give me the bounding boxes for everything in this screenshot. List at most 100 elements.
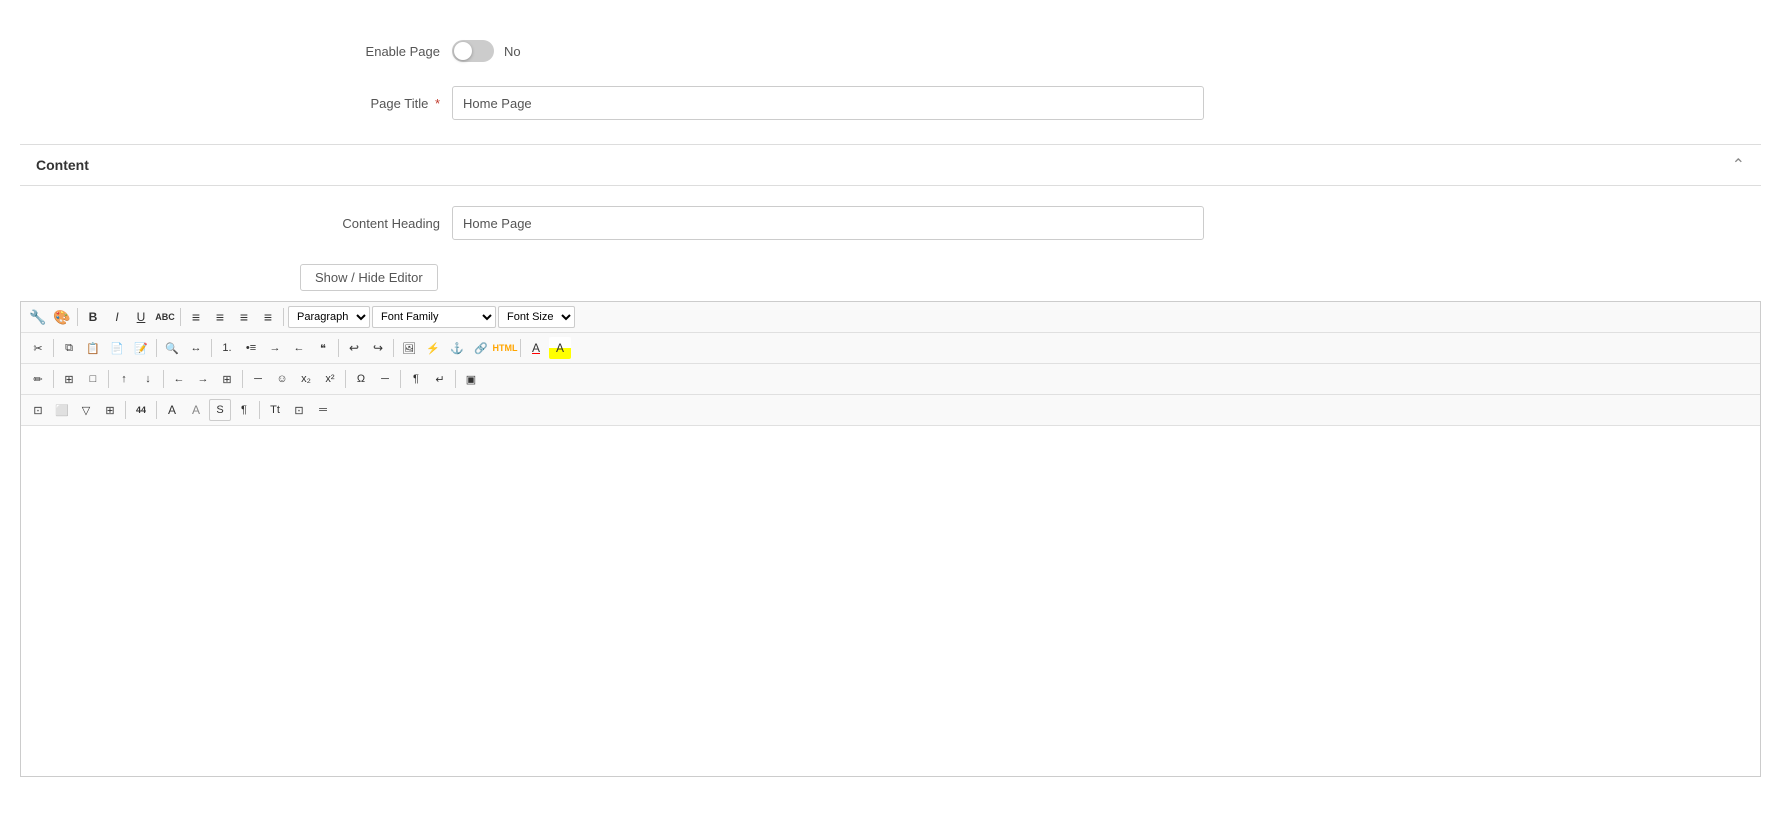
toolbar-ol-btn[interactable]: 1. [216, 337, 238, 359]
page-title-row: Page Title * [20, 86, 1761, 120]
toolbar-table-btn[interactable]: ⊞ [58, 368, 80, 390]
toolbar-template-btn[interactable]: ▣ [460, 368, 482, 390]
toolbar-row-1: 🔧 🎨 B I U ABC ≡ ≡ ≡ ≡ Paragraph Heading … [21, 302, 1760, 333]
editor-wrapper: 🔧 🎨 B I U ABC ≡ ≡ ≡ ≡ Paragraph Heading … [20, 301, 1761, 777]
enable-page-label: Enable Page [280, 44, 440, 59]
toolbar-undo-btn[interactable]: ↩ [343, 337, 365, 359]
toolbar-sep3 [259, 401, 260, 419]
toolbar-input-btn[interactable]: ⬜ [51, 399, 73, 421]
toggle-track [452, 40, 494, 62]
toolbar-bg-color-btn[interactable]: A [549, 337, 571, 359]
toolbar-sep3 [283, 308, 284, 326]
toolbar-flash-btn[interactable]: ⚡ [422, 337, 444, 359]
toolbar-abc-btn[interactable]: ABC [154, 306, 176, 328]
enable-page-toggle-wrapper: No [452, 40, 521, 62]
toolbar-sep2 [156, 339, 157, 357]
toolbar-omega-btn[interactable]: Ω [350, 368, 372, 390]
toolbar-sep [125, 401, 126, 419]
toolbar-select-btn[interactable]: ▽ [75, 399, 97, 421]
toolbar-row-3: ✏ ⊞ □ ↑ ↓ ← → ⊞ ─ ☺ x₂ x² Ω ─ ¶ ↵ ▣ [21, 364, 1760, 395]
toolbar-cell-btn[interactable]: □ [82, 368, 104, 390]
toolbar-font-a2-btn[interactable]: A [185, 399, 207, 421]
toolbar-indent-btn[interactable]: → [264, 337, 286, 359]
toolbar-textarea-btn[interactable]: ⊞ [99, 399, 121, 421]
toolbar-row-2: ✂ ⧉ 📋 📄 📝 🔍 ↔ 1. •≡ → ← ❝ ↩ ↪ 🖼 ⚡ ⚓ 🔗 HT… [21, 333, 1760, 364]
toolbar-bold-btn[interactable]: B [82, 306, 104, 328]
toolbar-ul-btn[interactable]: •≡ [240, 337, 262, 359]
toolbar-row-below-btn[interactable]: ↓ [137, 368, 159, 390]
content-heading-input[interactable] [452, 206, 1204, 240]
toolbar-merge-cells-btn[interactable]: ⊞ [216, 368, 238, 390]
toolbar-font-family-select[interactable]: Font Family Arial Times New Roman Courie… [372, 306, 496, 328]
content-section-title: Content [36, 157, 89, 173]
toolbar-source-btn[interactable]: 🔧 [27, 306, 49, 328]
toolbar-sep4 [242, 370, 243, 388]
toolbar-cut-btn[interactable]: ✂ [27, 337, 49, 359]
toolbar-align-center-btn[interactable]: ≡ [209, 306, 231, 328]
toolbar-image-btn[interactable]: 🖼 [398, 337, 420, 359]
content-heading-label: Content Heading [280, 216, 440, 231]
content-collapse-button[interactable]: ⌃ [1732, 155, 1745, 175]
show-hide-editor-button[interactable]: Show / Hide Editor [300, 264, 438, 291]
toolbar-underline-btn[interactable]: U [130, 306, 152, 328]
toolbar-italic-btn[interactable]: I [106, 306, 128, 328]
toolbar-smiley-btn[interactable]: ☺ [271, 368, 293, 390]
editor-body[interactable] [21, 426, 1760, 776]
toolbar-align-right-btn[interactable]: ≡ [233, 306, 255, 328]
toolbar-abbr-btn[interactable]: Tt [264, 399, 286, 421]
toolbar-row-4: ⊡ ⬜ ▽ ⊞ 44 A A S ¶ Tt ⊡ ═ [21, 395, 1760, 426]
toolbar-col-right-btn[interactable]: → [192, 368, 214, 390]
toolbar-edit-btn[interactable]: ✏ [27, 368, 49, 390]
enable-page-value: No [504, 44, 521, 59]
toolbar-blockquote-btn[interactable]: ❝ [312, 337, 334, 359]
toolbar-sep6 [520, 339, 521, 357]
toolbar-link-btn[interactable]: 🔗 [470, 337, 492, 359]
toolbar-sep5 [345, 370, 346, 388]
toolbar-replace-btn[interactable]: ↔ [185, 337, 207, 359]
toolbar-paste-word-btn[interactable]: 📝 [130, 337, 152, 359]
toolbar-align-justify-btn[interactable]: ≡ [257, 306, 279, 328]
toolbar-redo-btn[interactable]: ↪ [367, 337, 389, 359]
toolbar-dir-btn[interactable]: ↵ [429, 368, 451, 390]
page-title-input[interactable] [452, 86, 1204, 120]
toolbar-font-a-btn[interactable]: A [161, 399, 183, 421]
toolbar-font-size-select[interactable]: Font Size 8 10 12 14 16 18 24 [498, 306, 575, 328]
toolbar-paste-text-btn[interactable]: 📄 [106, 337, 128, 359]
toolbar-copy-btn[interactable]: ⧉ [58, 337, 80, 359]
toolbar-hrule-btn[interactable]: ─ [374, 368, 396, 390]
toolbar-styles-btn[interactable]: 🎨 [51, 306, 73, 328]
enable-page-toggle[interactable] [452, 40, 494, 62]
toolbar-col-left-btn[interactable]: ← [168, 368, 190, 390]
toolbar-sep7 [455, 370, 456, 388]
toolbar-sep [53, 370, 54, 388]
toolbar-align-left-btn[interactable]: ≡ [185, 306, 207, 328]
toolbar-find-btn[interactable]: 🔍 [161, 337, 183, 359]
toolbar-sep5 [393, 339, 394, 357]
toolbar-form-btn[interactable]: ⊡ [27, 399, 49, 421]
toolbar-font-color-btn[interactable]: A [525, 337, 547, 359]
toolbar-sub-btn[interactable]: x₂ [295, 368, 317, 390]
toolbar-paragraph-btn[interactable]: ¶ [405, 368, 427, 390]
toolbar-sup-btn[interactable]: x² [319, 368, 341, 390]
toolbar-sep2 [180, 308, 181, 326]
enable-page-row: Enable Page No [20, 40, 1761, 62]
toolbar-sep2 [156, 401, 157, 419]
toggle-knob [454, 42, 472, 60]
toolbar-row-above-btn[interactable]: ↑ [113, 368, 135, 390]
toolbar-format-select[interactable]: Paragraph Heading 1 Heading 2 Heading 3 [288, 306, 370, 328]
toolbar-para2-btn[interactable]: ¶ [233, 399, 255, 421]
toolbar-frame-btn[interactable]: ⊡ [288, 399, 310, 421]
toolbar-sep [77, 308, 78, 326]
page-wrapper: Enable Page No Page Title * Content ⌃ Co… [0, 0, 1781, 830]
toolbar-hline-btn[interactable]: ─ [247, 368, 269, 390]
toolbar-sep [53, 339, 54, 357]
toolbar-outdent-btn[interactable]: ← [288, 337, 310, 359]
toolbar-styles2-btn[interactable]: S [209, 399, 231, 421]
required-star: * [431, 96, 440, 111]
toolbar-html-btn[interactable]: HTML [494, 337, 516, 359]
page-title-label: Page Title * [280, 96, 440, 111]
toolbar-anchor-btn[interactable]: ⚓ [446, 337, 468, 359]
toolbar-hrule2-btn[interactable]: ═ [312, 399, 334, 421]
toolbar-paste-btn[interactable]: 📋 [82, 337, 104, 359]
toolbar-counter-btn[interactable]: 44 [130, 399, 152, 421]
